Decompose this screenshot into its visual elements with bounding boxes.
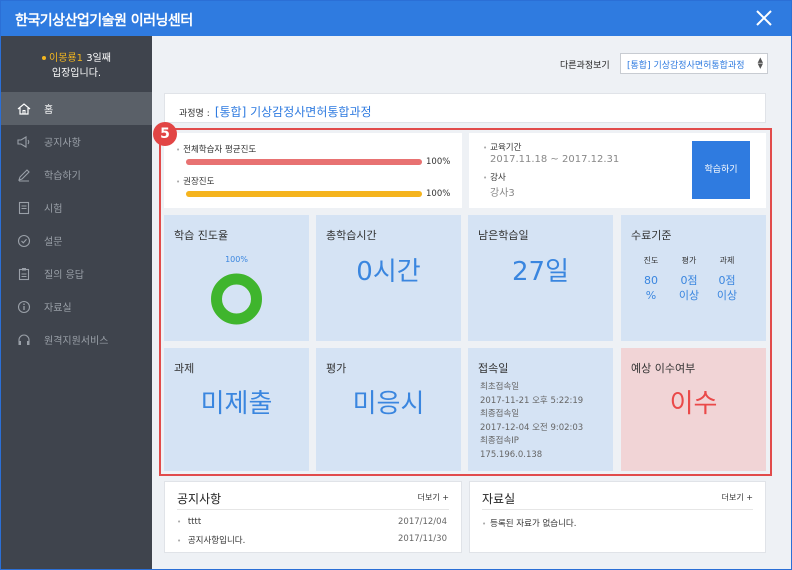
sidebar-item-label: 자료실 [44,303,72,314]
notice-board: 공지사항 더보기 + tttt 2017/12/04 공지사항입니다. 2017… [164,481,462,553]
course-select-label: 다른과정보기 [560,61,610,71]
notice-item-text: 공지사항입니다. [187,536,246,546]
sidebar-item-label: 공지사항 [44,138,81,149]
user-greeting: 이몽룡1 3일째 입장입니다. [1,36,152,92]
sidebar-item-label: 설문 [44,237,63,248]
main-content: 다른과정보기 [통합] 기상감정사면허통합과정 ▲ ▼ 과정명 : [통합] 기상… [152,36,791,569]
document-icon [18,201,30,214]
user-greeting-line2: 입장입니다. [51,68,102,79]
notice-item-date: 2017/11/30 [398,534,447,544]
notice-item[interactable]: tttt 2017/12/04 [177,517,447,527]
course-name-label: 과정명 : [179,109,210,119]
notice-item[interactable]: 공지사항입니다. 2017/11/30 [177,534,447,546]
course-name-bar: 과정명 : [통합] 기상감정사면허통합과정 [164,93,766,123]
sidebar: 이몽룡1 3일째 입장입니다. 홈 공지사항 학습하기 시험 설문 질의 응답 … [1,36,152,569]
sidebar-item-label: 시험 [44,204,63,215]
sidebar-item-remote-support[interactable]: 원격지원서비스 [1,323,152,356]
notice-title: 공지사항 [177,492,222,506]
clipboard-icon [18,267,30,280]
sidebar-item-qna[interactable]: 질의 응답 [1,257,152,290]
info-icon [17,300,31,313]
home-icon [17,102,31,115]
divider [177,509,449,510]
pencil-icon [18,168,30,181]
user-name: 이몽룡1 [49,53,83,64]
annotation-highlight: 5 [153,122,772,476]
sidebar-item-exam[interactable]: 시험 [1,191,152,224]
status-dot [42,56,47,60]
course-select[interactable]: [통합] 기상감정사면허통합과정 ▲ ▼ [620,53,768,74]
window-title: 한국기상산업기술원 이러닝센터 [15,13,193,29]
sidebar-item-library[interactable]: 자료실 [1,290,152,323]
sidebar-item-notice[interactable]: 공지사항 [1,125,152,158]
library-empty-message: 등록된 자료가 없습니다. [482,517,751,529]
course-name-value: [통합] 기상감정사면허통합과정 [214,105,372,119]
sidebar-item-survey[interactable]: 설문 [1,224,152,257]
library-title: 자료실 [482,492,516,506]
sidebar-item-label: 원격지원서비스 [44,336,109,347]
annotation-badge: 5 [153,122,177,146]
elearning-window: 한국기상산업기술원 이러닝센터 이몽룡1 3일째 입장입니다. 홈 공지사항 학… [0,0,792,570]
library-more-link[interactable]: 더보기 + [722,492,753,503]
divider [482,509,753,510]
select-arrows-icon: ▲ ▼ [757,56,763,70]
sidebar-item-label: 질의 응답 [44,270,84,281]
sidebar-item-label: 홈 [44,105,54,116]
check-circle-icon [17,234,31,247]
title-bar: 한국기상산업기술원 이러닝센터 [1,1,791,36]
megaphone-icon [17,135,30,148]
notice-item-text: tttt [187,517,202,527]
course-select-value: [통합] 기상감정사면허통합과정 [627,61,745,71]
sidebar-item-label: 학습하기 [44,171,81,182]
close-icon[interactable] [753,7,775,29]
notice-item-date: 2017/12/04 [398,517,447,527]
sidebar-item-home[interactable]: 홈 [1,92,152,125]
notice-more-link[interactable]: 더보기 + [418,492,449,503]
sidebar-item-study[interactable]: 학습하기 [1,158,152,191]
headset-icon [18,334,30,345]
library-board: 자료실 더보기 + 등록된 자료가 없습니다. [469,481,766,553]
sidebar-menu: 홈 공지사항 학습하기 시험 설문 질의 응답 자료실 원격지원서비스 [1,92,152,356]
user-day: 3일째 [86,53,111,64]
